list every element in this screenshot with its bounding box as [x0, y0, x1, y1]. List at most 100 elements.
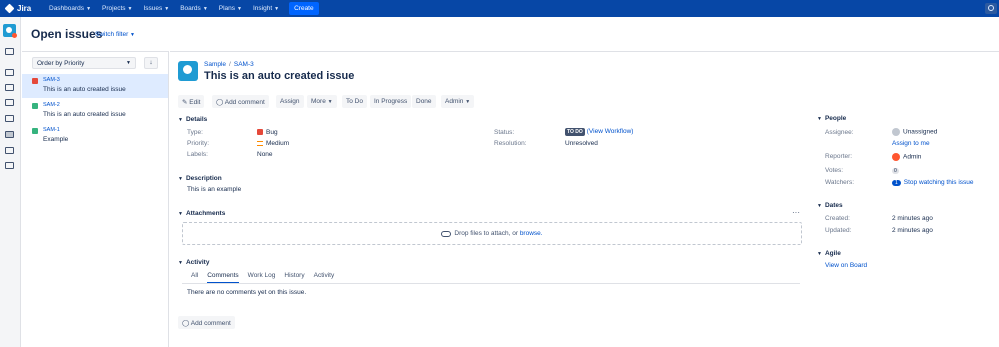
- issue-summary: This is an auto created issue: [43, 111, 126, 118]
- releases-icon[interactable]: [5, 99, 14, 106]
- list-item[interactable]: SAM-2 This is an auto created issue: [22, 99, 168, 123]
- admin-button[interactable]: Admin ▼: [441, 95, 475, 108]
- switch-filter-link[interactable]: Switch filter ▼: [95, 31, 135, 38]
- jira-logo-icon: [4, 3, 15, 14]
- chevron-down-icon: ▼: [178, 260, 183, 266]
- chevron-down-icon: ▼: [86, 5, 92, 12]
- labels-value: None: [257, 151, 273, 158]
- view-workflow-link[interactable]: (View Workflow): [587, 128, 634, 135]
- project-sidebar: [0, 17, 21, 347]
- done-button[interactable]: Done: [412, 95, 436, 108]
- assign-to-me-link[interactable]: Assign to me: [892, 140, 930, 147]
- created-label: Created:: [825, 215, 850, 222]
- unassigned-avatar: [892, 128, 900, 136]
- chevron-down-icon: ▼: [465, 99, 471, 105]
- nav-issues[interactable]: Issues ▼: [143, 5, 169, 12]
- edit-button[interactable]: ✎ Edit: [178, 95, 205, 108]
- agile-heading[interactable]: ▼ Agile: [817, 250, 841, 257]
- browse-link[interactable]: browse.: [520, 230, 543, 237]
- nav-boards[interactable]: Boards ▼: [180, 5, 208, 12]
- add-comment-button[interactable]: ◯ Add comment: [212, 95, 269, 108]
- watchers-count[interactable]: 1: [892, 180, 901, 186]
- chevron-down-icon: ▼: [237, 5, 242, 12]
- story-icon: [32, 128, 38, 134]
- updated-label: Updated:: [825, 227, 852, 234]
- updated-value: 2 minutes ago: [892, 227, 933, 234]
- details-heading-label: Details: [185, 116, 208, 123]
- code-icon[interactable]: [5, 162, 14, 169]
- upload-cloud-icon: [441, 230, 452, 237]
- assign-button[interactable]: Assign: [276, 95, 304, 108]
- description-heading[interactable]: ▼ Description: [178, 175, 222, 182]
- breadcrumb: Sample / SAM-3: [204, 61, 254, 68]
- people-heading[interactable]: ▼ People: [817, 115, 846, 122]
- more-options-icon[interactable]: ···: [792, 208, 800, 217]
- reporter-avatar: [892, 153, 900, 161]
- dates-heading-label: Dates: [824, 202, 843, 209]
- attachments-heading-label: Attachments: [185, 210, 226, 217]
- issue-summary: Example: [43, 136, 69, 143]
- list-item[interactable]: SAM-3 This is an auto created issue: [22, 74, 168, 98]
- order-by-select[interactable]: Order by Priority ▼: [32, 57, 136, 69]
- details-heading[interactable]: ▼ Details: [178, 116, 207, 123]
- issue-key[interactable]: SAM-1: [43, 127, 60, 133]
- list-item[interactable]: SAM-1 Example: [22, 124, 168, 148]
- issue-detail-panel: Sample / SAM-3 This is an auto created iss…: [170, 51, 999, 347]
- activity-heading[interactable]: ▼ Activity: [178, 259, 209, 266]
- watchers-value: 1 Stop watching this issue: [892, 179, 974, 186]
- add-comment-label: Add comment: [190, 320, 231, 327]
- description-text: This is an example: [187, 186, 242, 193]
- chevron-down-icon: ▼: [274, 5, 280, 12]
- stop-watching-link[interactable]: Stop watching this issue: [904, 179, 974, 186]
- priority-medium-icon: [257, 140, 263, 146]
- search-icon[interactable]: [985, 3, 997, 14]
- created-value: 2 minutes ago: [892, 215, 933, 222]
- sort-direction-button[interactable]: ↓: [144, 57, 158, 69]
- backlog-icon[interactable]: [5, 69, 14, 76]
- reporter-value: Admin: [892, 153, 921, 161]
- votes-count: 0: [892, 168, 899, 174]
- jira-logo[interactable]: Jira: [4, 3, 38, 14]
- nav-dashboards[interactable]: Dashboards ▼: [49, 5, 91, 12]
- dates-heading[interactable]: ▼ Dates: [817, 202, 843, 209]
- status-lozenge: TO DO: [565, 128, 585, 136]
- nav-label: Issues: [143, 5, 163, 12]
- labels-label: Labels:: [187, 151, 208, 158]
- to-do-button[interactable]: To Do: [342, 95, 367, 108]
- attachment-dropzone[interactable]: Drop files to attach, or browse.: [182, 222, 802, 245]
- nav-plans[interactable]: Plans ▼: [219, 5, 242, 12]
- people-heading-label: People: [824, 115, 847, 122]
- view-on-board-link[interactable]: View on Board: [825, 262, 867, 269]
- chevron-down-icon: ▼: [817, 203, 822, 209]
- components-icon[interactable]: [5, 147, 14, 154]
- nav-projects[interactable]: Projects ▼: [102, 5, 132, 12]
- breadcrumb-issue-key[interactable]: SAM-3: [234, 61, 254, 68]
- pages-icon[interactable]: [5, 84, 14, 91]
- chevron-down-icon: ▼: [130, 32, 135, 38]
- issues-icon[interactable]: [5, 131, 14, 138]
- reports-icon[interactable]: [5, 115, 14, 122]
- agile-heading-label: Agile: [824, 250, 841, 257]
- create-button[interactable]: Create: [289, 2, 319, 15]
- arrow-down-icon: ↓: [149, 59, 153, 66]
- chevron-down-icon: ▼: [178, 117, 183, 123]
- votes-value[interactable]: 0: [892, 167, 899, 174]
- in-progress-button[interactable]: In Progress: [370, 95, 412, 108]
- more-button[interactable]: More ▼: [307, 95, 337, 108]
- no-comments-text: There are no comments yet on this issue.: [187, 289, 307, 296]
- assignee-value: Unassigned: [892, 128, 937, 136]
- nav-insight[interactable]: Insight ▼: [253, 5, 279, 12]
- status-label: Status:: [494, 129, 515, 136]
- attachments-heading[interactable]: ▼ Attachments: [178, 210, 225, 217]
- issue-key[interactable]: SAM-3: [43, 77, 60, 83]
- breadcrumb-project[interactable]: Sample: [204, 61, 226, 68]
- issue-key[interactable]: SAM-2: [43, 102, 60, 108]
- board-icon[interactable]: [5, 48, 14, 55]
- notification-badge: [12, 33, 17, 38]
- type-text: Bug: [266, 129, 278, 136]
- nav-label: Boards: [180, 5, 201, 12]
- add-comment-bottom-button[interactable]: ◯ Add comment: [178, 316, 235, 329]
- bug-icon: [257, 129, 263, 136]
- tab-divider: [182, 283, 800, 284]
- page-title: Open issues: [31, 27, 103, 41]
